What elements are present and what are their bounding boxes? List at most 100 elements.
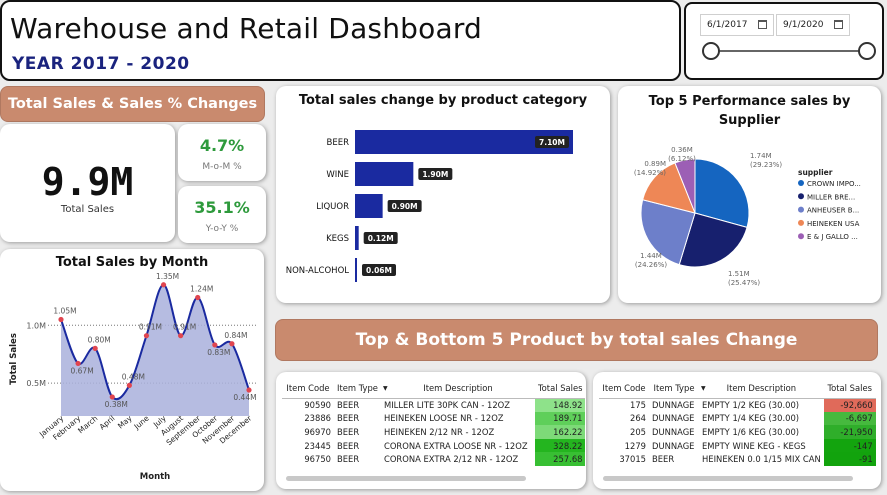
col-item-type[interactable]: Item Type: [649, 378, 699, 399]
total-sales-value: 9.9M: [41, 160, 134, 204]
table-row[interactable]: 1279 DUNNAGE EMPTY WINE KEG - KEGS -147: [599, 438, 876, 453]
yoy-label: Y-o-Y %: [205, 224, 239, 234]
calendar-icon[interactable]: [834, 20, 843, 29]
col-item-description[interactable]: ▼ Item Description: [380, 378, 535, 399]
data-label: 1.24M: [190, 285, 213, 294]
data-label: 0.06M: [366, 266, 392, 275]
end-date-input[interactable]: 9/1/2020: [776, 14, 850, 36]
mom-card: 4.7% M-o-M %: [178, 124, 266, 181]
table-row[interactable]: 264 DUNNAGE EMPTY 1/4 KEG (30.00) -6,697: [599, 411, 876, 426]
end-date-value: 9/1/2020: [783, 20, 824, 30]
date-slider-start-handle[interactable]: [702, 42, 720, 60]
slice-label: 1.74M: [750, 152, 772, 160]
dashboard-title: Warehouse and Retail Dashboard: [10, 12, 483, 45]
legend-item[interactable]: ANHEUSER B...: [807, 207, 859, 215]
data-point[interactable]: [160, 282, 167, 288]
category-bar-card: Total sales change by product category B…: [276, 86, 610, 303]
data-point[interactable]: [109, 394, 115, 400]
total-sales-cell: 162.22: [534, 425, 586, 439]
data-point[interactable]: [143, 333, 150, 339]
total-sales-cell: -92,660: [823, 397, 876, 412]
item-code-cell: 90590: [282, 397, 334, 412]
table-row[interactable]: 90590 BEER MILLER LITE 30PK CAN - 12OZ 148.…: [282, 397, 586, 412]
col-item-code[interactable]: Item Code: [599, 378, 649, 399]
bar-chart: BEER 7.10M WINE 1.90M LIQUOR 0.90M KEGS 0.12M NO…: [286, 130, 573, 282]
item-code-cell: 23886: [304, 413, 331, 424]
table-row[interactable]: 23886 BEER HEINEKEN LOOSE NR - 12OZ 189.71: [282, 411, 586, 426]
item-type-cell: DUNNAGE: [649, 397, 699, 412]
item-code-cell: 205: [630, 426, 646, 437]
bar[interactable]: [355, 194, 383, 218]
data-point[interactable]: [92, 345, 98, 351]
item-code-cell: 96750: [304, 454, 331, 465]
item-description-cell: MILLER LITE 30PK CAN - 12OZ: [380, 397, 535, 412]
slice-label: 0.36M: [671, 146, 693, 154]
sort-desc-icon[interactable]: ▼: [701, 385, 706, 392]
yoy-value: 35.1%: [194, 198, 250, 217]
col-item-description[interactable]: ▼ Item Description: [699, 378, 824, 399]
top-products-table: Item Code Item Type ▼ Item Description T…: [282, 378, 586, 466]
data-point[interactable]: [126, 382, 132, 388]
total-sales-cell: 148.92: [534, 397, 586, 412]
legend-marker: [798, 233, 804, 240]
total-sales-cell: -147: [823, 438, 876, 453]
bottom-products-table-card: Item Code Item Type ▼ Item Description T…: [593, 372, 881, 489]
legend-item[interactable]: HEINEKEN USA: [807, 220, 860, 228]
item-type-cell: BEER: [337, 413, 360, 424]
sort-desc-icon[interactable]: ▼: [383, 385, 388, 392]
item-code-cell: 264: [630, 413, 646, 424]
table-row[interactable]: 175 DUNNAGE EMPTY 1/2 KEG (30.00) -92,660: [599, 397, 876, 412]
data-point[interactable]: [75, 360, 81, 367]
data-point[interactable]: [195, 294, 201, 301]
data-point[interactable]: [229, 341, 235, 347]
col-item-code[interactable]: Item Code: [282, 378, 334, 399]
pie-chart: 1.74M(29.23%) 1.51M(25.47%) 1.44M(24.26%) 0…: [634, 146, 861, 287]
bar[interactable]: [355, 258, 357, 282]
yoy-card: 35.1% Y-o-Y %: [178, 186, 266, 243]
date-slider-track[interactable]: [711, 50, 867, 52]
data-label: 0.48M: [122, 372, 145, 381]
y-tick-label: 0.5M: [26, 379, 46, 388]
table-row[interactable]: 37015 BEER HEINEKEN 0.0 1/15 MIX CAN -91: [599, 452, 876, 466]
start-date-input[interactable]: 6/1/2017: [700, 14, 774, 36]
x-tick-label: April: [98, 414, 117, 432]
item-code-cell: 1279: [624, 440, 646, 451]
category-label: WINE: [326, 170, 349, 180]
table-row[interactable]: 23445 BEER CORONA EXTRA LOOSE NR - 12OZ 328…: [282, 438, 586, 453]
table-row[interactable]: 205 DUNNAGE EMPTY 1/6 KEG (30.00) -21,950: [599, 425, 876, 439]
legend-item[interactable]: MILLER BRE...: [807, 193, 855, 201]
horizontal-scrollbar[interactable]: [286, 476, 526, 481]
data-point[interactable]: [58, 316, 64, 323]
x-axis-title: Month: [140, 472, 170, 482]
col-total-sales[interactable]: Total Sales: [823, 378, 876, 399]
bar[interactable]: [355, 162, 414, 186]
item-type-cell: BEER: [652, 454, 675, 465]
calendar-icon[interactable]: [758, 20, 767, 29]
slice-percent: (14.92%): [634, 169, 666, 177]
data-label: 1.90M: [422, 170, 448, 179]
table-row[interactable]: 96970 BEER HEINEKEN 2/12 NR - 12OZ 162.22: [282, 425, 586, 439]
item-description-cell: CORONA EXTRA LOOSE NR - 12OZ: [383, 440, 528, 451]
item-description-cell: EMPTY WINE KEG - KEGS: [702, 440, 806, 451]
item-type-cell: DUNNAGE: [652, 413, 695, 424]
legend-item[interactable]: E & J GALLO ...: [807, 233, 858, 241]
table-row[interactable]: 96750 BEER CORONA EXTRA 2/12 NR - 12OZ 257.…: [282, 452, 586, 466]
total-sales-cell: 189.71: [534, 411, 586, 426]
sales-by-month-card: Total Sales by Month 1.0M 0.5M 1.05M Januar…: [0, 249, 264, 491]
horizontal-scrollbar[interactable]: [603, 476, 853, 481]
data-label: 1.35M: [156, 272, 179, 281]
dashboard-subtitle: YEAR 2017 - 2020: [12, 54, 190, 74]
data-point[interactable]: [212, 342, 218, 348]
col-item-type[interactable]: Item Type: [334, 378, 381, 399]
col-item-description-label: Item Description: [423, 382, 493, 393]
date-slider-end-handle[interactable]: [858, 42, 876, 60]
data-point[interactable]: [246, 387, 252, 393]
item-description-cell: HEINEKEN 2/12 NR - 12OZ: [383, 426, 495, 437]
data-label: 0.83M: [207, 348, 230, 357]
data-label: 0.44M: [233, 393, 256, 402]
legend-item[interactable]: CROWN IMPO...: [807, 180, 861, 188]
bar[interactable]: [355, 226, 359, 250]
data-point[interactable]: [178, 333, 184, 339]
col-total-sales[interactable]: Total Sales: [534, 378, 586, 399]
item-description-cell: HEINEKEN LOOSE NR - 12OZ: [383, 413, 504, 424]
